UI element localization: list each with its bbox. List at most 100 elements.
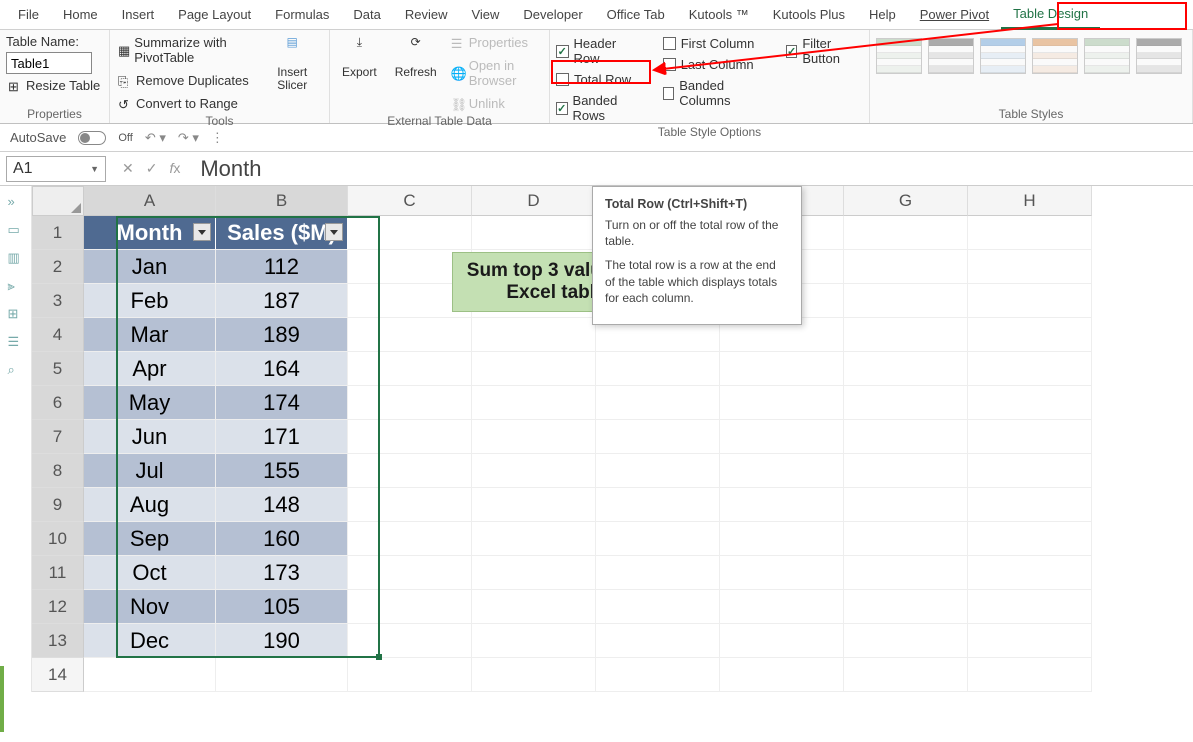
panel-icon-4[interactable]: ⊞ <box>8 306 24 322</box>
tab-file[interactable]: File <box>6 1 51 28</box>
row-header[interactable]: 8 <box>32 454 84 488</box>
table-cell-month[interactable]: Jan <box>84 250 216 284</box>
undo-button[interactable]: ↶ ▾ <box>145 130 166 146</box>
header-row-checkbox[interactable]: Header Row <box>556 36 643 66</box>
redo-button[interactable]: ↷ ▾ <box>178 130 199 146</box>
tab-help[interactable]: Help <box>857 1 908 28</box>
autosave-toggle[interactable] <box>78 131 106 145</box>
tab-review[interactable]: Review <box>393 1 460 28</box>
name-box[interactable]: A1▼ <box>6 156 106 182</box>
table-style-thumb[interactable] <box>1136 38 1182 74</box>
table-cell-month[interactable]: Feb <box>84 284 216 318</box>
table-cell-month[interactable]: Jul <box>84 454 216 488</box>
table-cell-sales[interactable]: 155 <box>216 454 348 488</box>
tab-view[interactable]: View <box>459 1 511 28</box>
row-header[interactable]: 9 <box>32 488 84 522</box>
tab-page-layout[interactable]: Page Layout <box>166 1 263 28</box>
table-cell-month[interactable]: Apr <box>84 352 216 386</box>
filter-button-checkbox[interactable]: Filter Button <box>786 36 863 66</box>
col-header-g[interactable]: G <box>844 186 968 216</box>
row-header[interactable]: 12 <box>32 590 84 624</box>
tab-insert[interactable]: Insert <box>110 1 167 28</box>
fx-icon[interactable]: fx <box>169 160 180 177</box>
banded-columns-checkbox[interactable]: Banded Columns <box>663 78 766 108</box>
panel-expand-icon[interactable]: » <box>8 194 24 210</box>
table-cell-month[interactable]: Sep <box>84 522 216 556</box>
panel-icon-3[interactable]: ⫸ <box>8 278 24 294</box>
table-header-sales[interactable]: Sales ($M) <box>216 216 348 250</box>
col-header-d[interactable]: D <box>472 186 596 216</box>
styles-gallery[interactable] <box>876 34 1186 74</box>
table-cell-month[interactable]: Oct <box>84 556 216 590</box>
row-header[interactable]: 7 <box>32 420 84 454</box>
table-cell-sales[interactable]: 190 <box>216 624 348 658</box>
table-cell-month[interactable]: Mar <box>84 318 216 352</box>
last-column-checkbox[interactable]: Last Column <box>663 57 766 72</box>
table-cell-sales[interactable]: 112 <box>216 250 348 284</box>
col-header-b[interactable]: B <box>216 186 348 216</box>
panel-icon-2[interactable]: ▥ <box>8 250 24 266</box>
col-header-a[interactable]: A <box>84 186 216 216</box>
tab-formulas[interactable]: Formulas <box>263 1 341 28</box>
table-cell-month[interactable]: Dec <box>84 624 216 658</box>
col-header-h[interactable]: H <box>968 186 1092 216</box>
table-style-thumb[interactable] <box>876 38 922 74</box>
resize-table-button[interactable]: ⊞Resize Table <box>6 77 102 94</box>
panel-icon-1[interactable]: ▭ <box>8 222 24 238</box>
convert-range-button[interactable]: ↺Convert to Range <box>116 95 255 112</box>
row-header[interactable]: 11 <box>32 556 84 590</box>
row-header[interactable]: 14 <box>32 658 84 692</box>
panel-icon-6[interactable]: ⌕ <box>8 362 24 378</box>
row-header[interactable]: 3 <box>32 284 84 318</box>
summarize-pivot-button[interactable]: ▦Summarize with PivotTable <box>116 34 255 66</box>
total-row-checkbox[interactable]: Total Row <box>556 72 643 87</box>
table-style-thumb[interactable] <box>1084 38 1130 74</box>
filter-dropdown-icon[interactable] <box>193 223 211 241</box>
table-cell-sales[interactable]: 171 <box>216 420 348 454</box>
remove-duplicates-button[interactable]: ⎘Remove Duplicates <box>116 72 255 89</box>
table-cell-month[interactable]: May <box>84 386 216 420</box>
qat-more[interactable]: ⋮ <box>211 130 224 146</box>
table-cell-sales[interactable]: 187 <box>216 284 348 318</box>
table-cell-month[interactable]: Aug <box>84 488 216 522</box>
select-all-corner[interactable] <box>32 186 84 216</box>
table-cell-sales[interactable]: 160 <box>216 522 348 556</box>
table-style-thumb[interactable] <box>980 38 1026 74</box>
tab-kutools[interactable]: Kutools ™ <box>677 1 761 28</box>
table-cell-month[interactable]: Jun <box>84 420 216 454</box>
export-button[interactable]: ⤓Export <box>336 34 383 81</box>
tab-developer[interactable]: Developer <box>511 1 594 28</box>
table-cell-month[interactable]: Nov <box>84 590 216 624</box>
panel-icon-5[interactable]: ☰ <box>8 334 24 350</box>
filter-dropdown-icon[interactable] <box>325 223 343 241</box>
row-header[interactable]: 5 <box>32 352 84 386</box>
table-header-month[interactable]: Month <box>84 216 216 250</box>
table-cell-sales[interactable]: 164 <box>216 352 348 386</box>
tab-office-tab[interactable]: Office Tab <box>595 1 677 28</box>
confirm-icon[interactable]: ✓ <box>146 160 158 177</box>
cancel-icon[interactable]: ✕ <box>122 160 134 177</box>
insert-slicer-button[interactable]: ▤ Insert Slicer <box>261 34 323 94</box>
tab-home[interactable]: Home <box>51 1 110 28</box>
tab-power-pivot[interactable]: Power Pivot <box>908 1 1001 28</box>
refresh-button[interactable]: ⟳Refresh <box>389 34 443 81</box>
tab-data[interactable]: Data <box>341 1 392 28</box>
tab-table-design[interactable]: Table Design <box>1001 0 1100 30</box>
table-style-thumb[interactable] <box>928 38 974 74</box>
row-header[interactable]: 4 <box>32 318 84 352</box>
table-cell-sales[interactable]: 105 <box>216 590 348 624</box>
row-header[interactable]: 2 <box>32 250 84 284</box>
banded-rows-checkbox[interactable]: Banded Rows <box>556 93 643 123</box>
table-style-thumb[interactable] <box>1032 38 1078 74</box>
row-header[interactable]: 13 <box>32 624 84 658</box>
tab-kutools-plus[interactable]: Kutools Plus <box>761 1 857 28</box>
table-cell-sales[interactable]: 173 <box>216 556 348 590</box>
row-header[interactable]: 10 <box>32 522 84 556</box>
row-header[interactable]: 6 <box>32 386 84 420</box>
row-header[interactable]: 1 <box>32 216 84 250</box>
table-cell-sales[interactable]: 189 <box>216 318 348 352</box>
formula-input[interactable]: Month <box>190 156 1193 182</box>
table-cell-sales[interactable]: 174 <box>216 386 348 420</box>
table-cell-sales[interactable]: 148 <box>216 488 348 522</box>
first-column-checkbox[interactable]: First Column <box>663 36 766 51</box>
